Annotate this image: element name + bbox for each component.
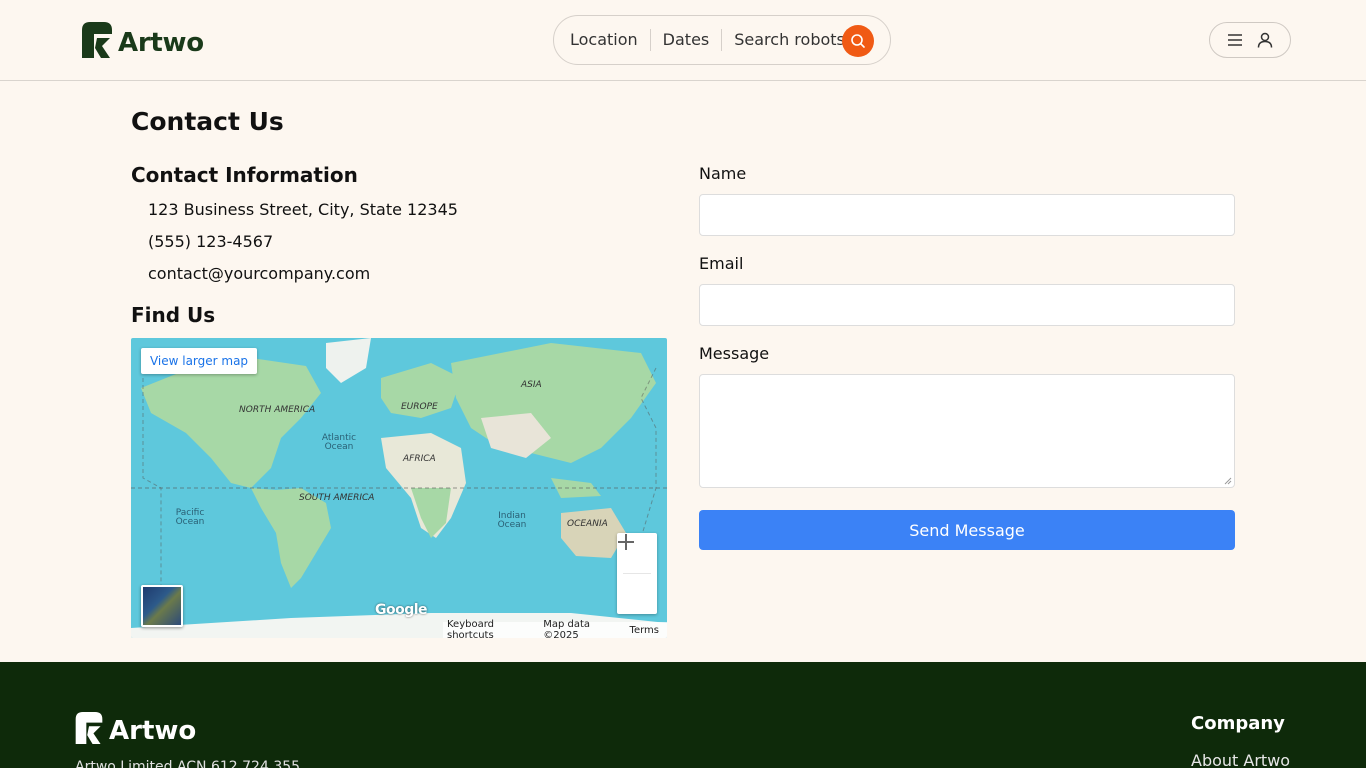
map-zoom-control <box>617 533 657 614</box>
world-map-graphic <box>131 338 667 638</box>
zoom-out-button[interactable] <box>617 541 657 614</box>
name-label: Name <box>699 164 747 183</box>
email-label: Email <box>699 254 744 273</box>
hamburger-menu-icon <box>1228 34 1242 46</box>
label-europe: EUROPE <box>401 402 438 412</box>
brand-name: Artwo <box>118 28 204 58</box>
page-title: Contact Us <box>131 107 284 136</box>
contact-email: contact@yourcompany.com <box>148 264 371 283</box>
search-bar[interactable]: Location Dates Search robots <box>553 15 891 65</box>
contact-info-heading: Contact Information <box>131 163 358 187</box>
resize-handle-icon[interactable] <box>1224 477 1232 485</box>
name-input[interactable] <box>699 194 1235 236</box>
label-north-america: NORTH AMERICA <box>239 405 316 415</box>
terms-link[interactable]: Terms <box>630 625 659 636</box>
send-message-button[interactable]: Send Message <box>699 510 1235 550</box>
contact-phone: (555) 123-4567 <box>148 232 274 251</box>
google-logo: Google <box>375 602 428 618</box>
satellite-toggle[interactable] <box>141 585 183 627</box>
brand-logo[interactable]: Artwo <box>82 22 204 58</box>
label-atlantic: Atlantic Ocean <box>321 433 357 452</box>
label-oceania: OCEANIA <box>567 519 608 529</box>
logo-mark-icon <box>82 22 112 58</box>
user-menu-button[interactable] <box>1209 22 1291 58</box>
map-attribution: Keyboard shortcuts Map data ©2025 Terms <box>443 619 667 638</box>
email-input[interactable] <box>699 284 1235 326</box>
view-larger-map-link[interactable]: View larger map <box>141 348 257 374</box>
top-header: Artwo Location Dates Search robots <box>0 0 1366 81</box>
label-asia: ASIA <box>521 380 542 390</box>
site-footer: Artwo Artwo Limited ACN 612 724 355 Comp… <box>0 662 1366 768</box>
label-africa: AFRICA <box>403 454 436 464</box>
contact-address: 123 Business Street, City, State 12345 <box>148 200 458 219</box>
keyboard-shortcuts-link[interactable]: Keyboard shortcuts <box>447 619 531 638</box>
message-label: Message <box>699 344 770 363</box>
search-location[interactable]: Location <box>570 29 651 51</box>
footer-company-heading: Company <box>1191 713 1285 734</box>
search-dates[interactable]: Dates <box>651 29 723 51</box>
find-us-heading: Find Us <box>131 303 216 327</box>
label-indian: Indian Ocean <box>497 511 527 530</box>
footer-brand-name: Artwo <box>109 716 197 746</box>
label-pacific: Pacific Ocean <box>175 508 205 527</box>
logo-mark-icon <box>75 712 103 744</box>
map-data-text: Map data ©2025 <box>543 619 591 638</box>
footer-logo[interactable]: Artwo <box>75 710 196 746</box>
map-embed[interactable]: NORTH AMERICA EUROPE ASIA AFRICA SOUTH A… <box>131 338 667 638</box>
user-icon <box>1257 32 1273 48</box>
message-textarea[interactable] <box>699 374 1235 488</box>
company-abn: Artwo Limited ACN 612 724 355 <box>75 759 301 768</box>
footer-about-link[interactable]: About Artwo <box>1191 751 1290 768</box>
minus-icon <box>618 541 634 543</box>
search-button[interactable] <box>842 25 874 57</box>
search-robots[interactable]: Search robots <box>722 29 857 51</box>
label-south-america: SOUTH AMERICA <box>299 493 375 503</box>
search-icon <box>851 34 865 48</box>
